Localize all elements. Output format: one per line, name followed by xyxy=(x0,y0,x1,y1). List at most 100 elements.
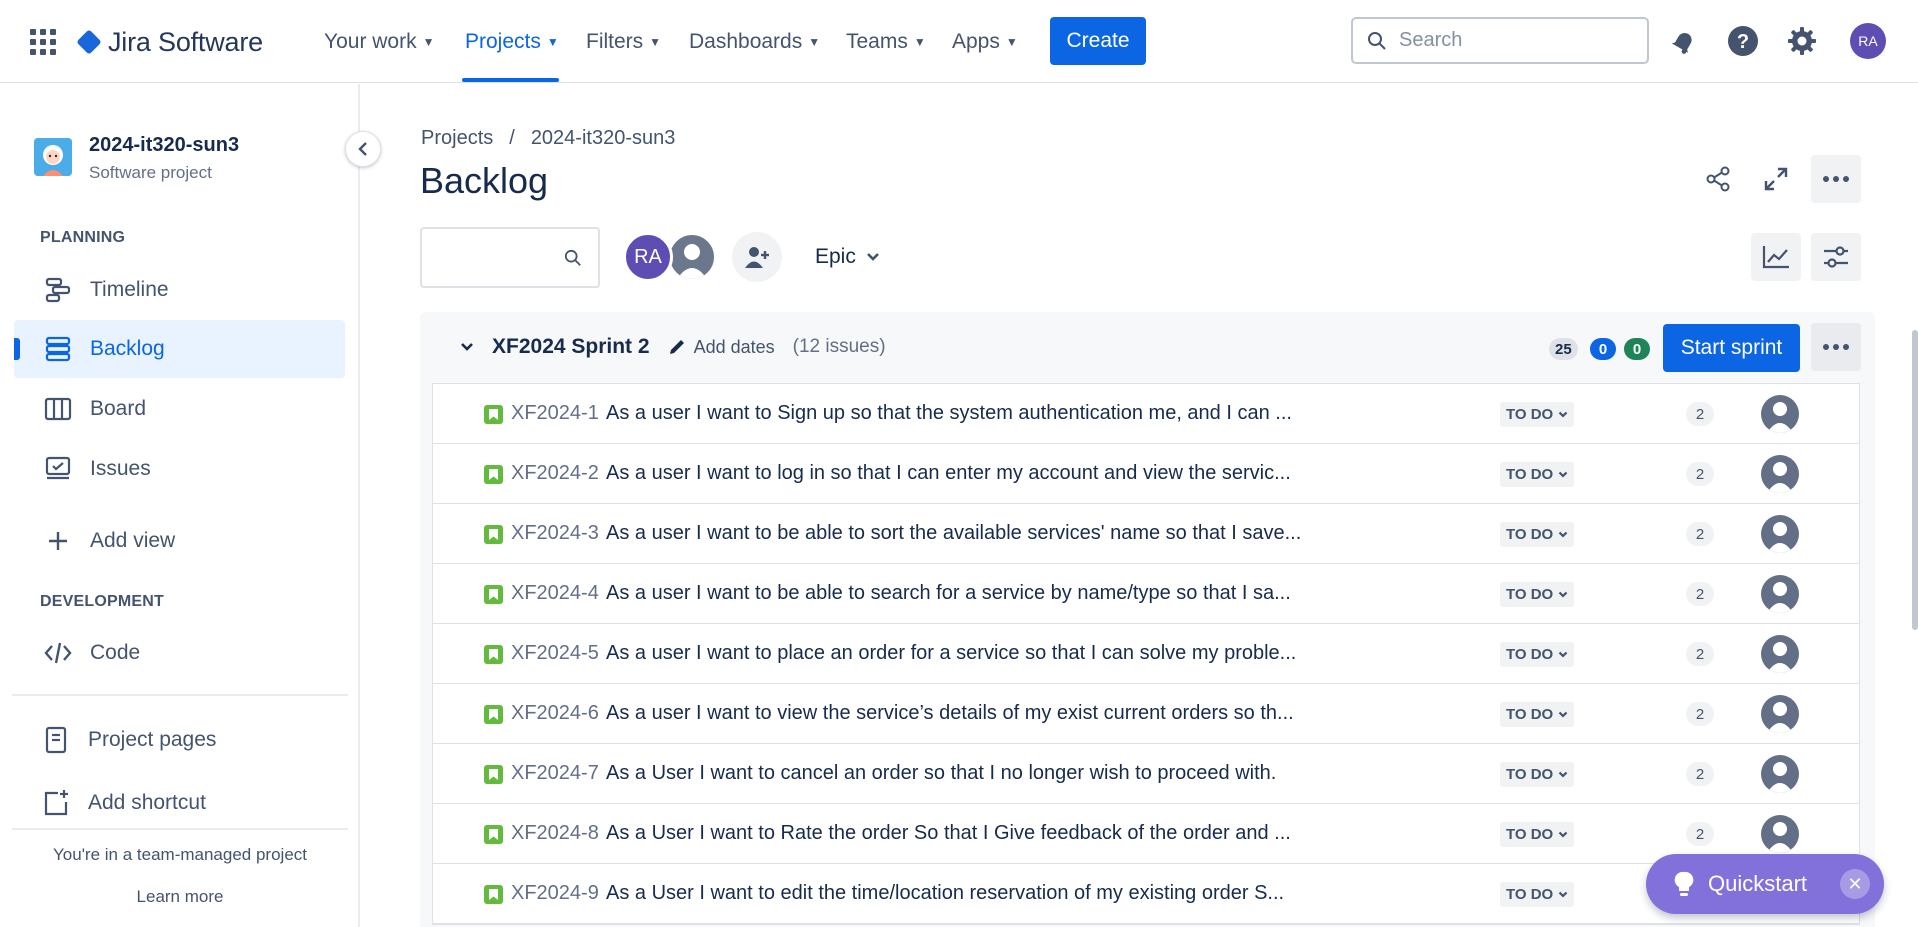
nav-apps[interactable]: Apps ▼ xyxy=(952,28,1018,56)
issue-row[interactable]: XF2024-7 As a User I want to cancel an o… xyxy=(433,744,1859,804)
assignee-avatar[interactable] xyxy=(1761,635,1799,673)
issue-summary[interactable]: As a User I want to Rate the order So th… xyxy=(606,822,1336,845)
story-points-badge[interactable]: 2 xyxy=(1686,822,1714,846)
story-points-badge[interactable]: 2 xyxy=(1686,702,1714,726)
nav-dashboards[interactable]: Dashboards ▼ xyxy=(689,28,820,56)
nav-projects[interactable]: Projects ▼ xyxy=(465,28,559,56)
story-icon xyxy=(484,525,503,544)
app-switcher-icon[interactable] xyxy=(30,29,56,55)
sidebar-item-backlog[interactable]: Backlog xyxy=(14,320,345,378)
more-actions-button[interactable] xyxy=(1811,155,1861,203)
issue-row[interactable]: XF2024-4 As a user I want to be able to … xyxy=(433,564,1859,624)
story-points-badge[interactable]: 2 xyxy=(1686,642,1714,666)
sidebar-item-code[interactable]: Code xyxy=(14,624,345,682)
jira-logo[interactable]: Jira Software xyxy=(76,24,263,60)
assignee-avatar[interactable] xyxy=(1761,455,1799,493)
close-icon[interactable]: ✕ xyxy=(1840,869,1870,899)
assignee-avatar[interactable] xyxy=(1761,515,1799,553)
story-points-badge[interactable]: 2 xyxy=(1686,462,1714,486)
global-search-input[interactable] xyxy=(1399,29,1619,52)
sidebar-item-timeline[interactable]: Timeline xyxy=(14,261,345,319)
sprint-more-button[interactable] xyxy=(1811,323,1861,371)
create-button[interactable]: Create xyxy=(1050,17,1146,65)
assignee-avatar[interactable] xyxy=(1761,755,1799,793)
issue-summary[interactable]: As a user I want to be able to sort the … xyxy=(606,522,1336,545)
scrollbar-thumb[interactable] xyxy=(1912,330,1918,630)
add-dates-button[interactable]: Add dates xyxy=(668,337,775,358)
add-view-button[interactable]: Add view xyxy=(14,512,345,570)
sidebar-item-board[interactable]: Board xyxy=(14,380,345,438)
status-dropdown[interactable]: TO DO xyxy=(1500,822,1575,847)
issue-row[interactable]: XF2024-6 As a user I want to view the se… xyxy=(433,684,1859,744)
issue-summary[interactable]: As a user I want to view the service’s d… xyxy=(606,702,1336,725)
story-points-badge[interactable]: 2 xyxy=(1686,762,1714,786)
story-points-badge[interactable]: 2 xyxy=(1686,582,1714,606)
status-dropdown[interactable]: TO DO xyxy=(1500,642,1575,667)
issue-summary[interactable]: As a User I want to edit the time/locati… xyxy=(606,882,1336,905)
unassigned-filter-avatar[interactable] xyxy=(667,232,717,282)
issue-row[interactable]: XF2024-9 As a User I want to edit the ti… xyxy=(433,864,1859,924)
issue-key[interactable]: XF2024-7 xyxy=(511,762,599,785)
issue-summary[interactable]: As a User I want to cancel an order so t… xyxy=(606,762,1336,785)
assignee-avatar[interactable] xyxy=(1761,815,1799,853)
learn-more-link[interactable]: Learn more xyxy=(0,887,360,907)
search-icon xyxy=(564,249,581,266)
nav-filters[interactable]: Filters ▼ xyxy=(586,28,661,56)
notifications-icon[interactable] xyxy=(1667,24,1701,58)
issue-summary[interactable]: As a user I want to Sign up so that the … xyxy=(606,402,1336,425)
issues-icon xyxy=(44,455,72,483)
status-dropdown[interactable]: TO DO xyxy=(1500,462,1575,487)
insights-button[interactable] xyxy=(1751,233,1801,281)
sidebar-item-issues[interactable]: Issues xyxy=(14,440,345,498)
assignee-avatar[interactable] xyxy=(1761,395,1799,433)
issue-key[interactable]: XF2024-9 xyxy=(511,882,599,905)
assignee-avatar[interactable] xyxy=(1761,695,1799,733)
issue-row[interactable]: XF2024-2 As a user I want to log in so t… xyxy=(433,444,1859,504)
status-dropdown[interactable]: TO DO xyxy=(1500,882,1575,907)
assignee-avatar[interactable] xyxy=(1761,575,1799,613)
status-dropdown[interactable]: TO DO xyxy=(1500,522,1575,547)
issue-key[interactable]: XF2024-2 xyxy=(511,462,599,485)
view-settings-button[interactable] xyxy=(1811,233,1861,281)
issue-row[interactable]: XF2024-3 As a user I want to be able to … xyxy=(433,504,1859,564)
help-icon[interactable]: ? xyxy=(1726,24,1760,58)
issue-row[interactable]: XF2024-1 As a user I want to Sign up so … xyxy=(433,384,1859,444)
breadcrumb-projects[interactable]: Projects xyxy=(421,127,493,150)
backlog-search-input[interactable] xyxy=(420,227,600,288)
status-dropdown[interactable]: TO DO xyxy=(1500,402,1575,427)
chevron-down-icon xyxy=(1558,411,1568,418)
epic-filter-dropdown[interactable]: Epic xyxy=(815,245,880,269)
status-dropdown[interactable]: TO DO xyxy=(1500,702,1575,727)
settings-gear-icon[interactable] xyxy=(1785,24,1819,58)
user-avatar[interactable]: RA xyxy=(1850,23,1886,59)
nav-your-work[interactable]: Your work ▼ xyxy=(324,28,435,56)
issue-row[interactable]: XF2024-8 As a User I want to Rate the or… xyxy=(433,804,1859,864)
story-points-badge[interactable]: 2 xyxy=(1686,522,1714,546)
add-people-button[interactable] xyxy=(732,232,782,282)
issue-summary[interactable]: As a user I want to log in so that I can… xyxy=(606,462,1336,485)
issue-key[interactable]: XF2024-5 xyxy=(511,642,599,665)
global-search[interactable] xyxy=(1351,17,1649,64)
collapse-sidebar-button[interactable] xyxy=(345,131,381,167)
chevron-down-icon[interactable] xyxy=(460,342,474,352)
issue-key[interactable]: XF2024-1 xyxy=(511,402,599,425)
issue-summary[interactable]: As a user I want to be able to search fo… xyxy=(606,582,1336,605)
nav-teams[interactable]: Teams ▼ xyxy=(846,28,926,56)
add-shortcut-button[interactable]: Add shortcut xyxy=(14,774,345,832)
assignee-filter-avatar[interactable]: RA xyxy=(623,232,673,282)
fullscreen-button[interactable] xyxy=(1751,155,1801,203)
sidebar-item-project-pages[interactable]: Project pages xyxy=(14,711,345,769)
share-button[interactable] xyxy=(1693,155,1743,203)
issue-key[interactable]: XF2024-8 xyxy=(511,822,599,845)
issue-summary[interactable]: As a user I want to place an order for a… xyxy=(606,642,1336,665)
quickstart-button[interactable]: Quickstart ✕ xyxy=(1646,854,1884,914)
story-points-badge[interactable]: 2 xyxy=(1686,402,1714,426)
issue-key[interactable]: XF2024-3 xyxy=(511,522,599,545)
breadcrumb-project[interactable]: 2024-it320-sun3 xyxy=(531,127,676,150)
issue-row[interactable]: XF2024-5 As a user I want to place an or… xyxy=(433,624,1859,684)
status-dropdown[interactable]: TO DO xyxy=(1500,762,1575,787)
issue-key[interactable]: XF2024-6 xyxy=(511,702,599,725)
issue-key[interactable]: XF2024-4 xyxy=(511,582,599,605)
status-dropdown[interactable]: TO DO xyxy=(1500,582,1575,607)
start-sprint-button[interactable]: Start sprint xyxy=(1663,324,1800,372)
